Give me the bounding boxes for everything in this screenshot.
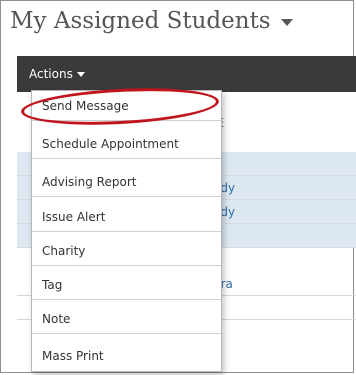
menu-item-mass-print[interactable]: Mass Print <box>32 341 221 371</box>
menu-item-note[interactable]: Note <box>32 304 221 334</box>
actions-label: Actions <box>29 67 73 81</box>
actions-toolbar: Actions <box>17 56 356 92</box>
chevron-down-icon <box>76 72 85 77</box>
menu-item-tag[interactable]: Tag <box>32 270 221 300</box>
actions-dropdown-menu: Send Message Schedule Appointment Advisi… <box>31 90 222 372</box>
menu-item-advising-report[interactable]: Advising Report <box>32 167 221 197</box>
page-title-text: My Assigned Students <box>10 8 271 34</box>
title-dropdown-icon[interactable] <box>280 18 293 26</box>
actions-dropdown-button[interactable]: Actions <box>29 56 85 92</box>
page-title[interactable]: My Assigned Students <box>10 8 293 34</box>
menu-item-issue-alert[interactable]: Issue Alert <box>32 202 221 232</box>
menu-item-charity[interactable]: Charity <box>32 236 221 266</box>
menu-item-schedule-appointment[interactable]: Schedule Appointment <box>32 129 221 159</box>
menu-item-send-message[interactable]: Send Message <box>32 91 221 121</box>
